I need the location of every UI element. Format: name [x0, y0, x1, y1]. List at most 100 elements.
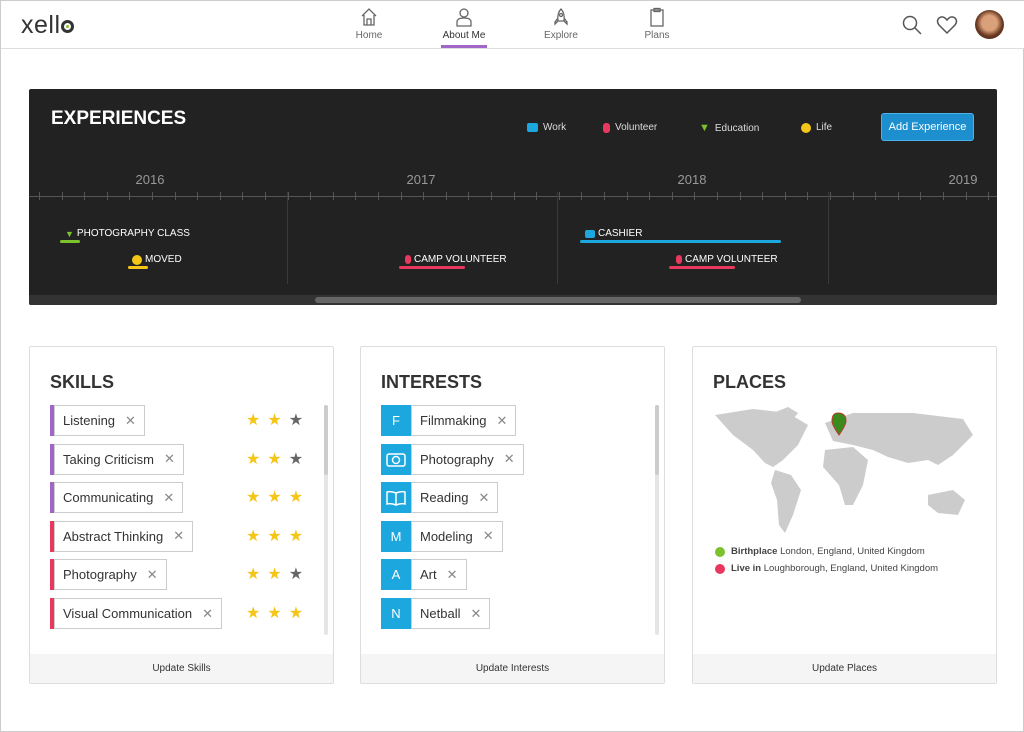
skill-chip: Listening✕ — [54, 405, 145, 436]
interest-item: NNetball✕ — [381, 598, 490, 629]
top-bar: xell Home About Me Explore Plans — [1, 1, 1024, 49]
interest-label: Reading — [420, 490, 468, 505]
star-icon[interactable]: ★ — [289, 521, 303, 552]
event-cashier[interactable]: CASHIER — [585, 228, 642, 239]
remove-icon[interactable]: ✕ — [478, 490, 489, 506]
star-icon[interactable]: ★ — [246, 482, 260, 513]
skill-item: Taking Criticism✕★★★ — [50, 444, 184, 475]
star-icon[interactable]: ★ — [246, 444, 260, 475]
xello-logo[interactable]: xell — [21, 11, 74, 40]
timeline-tick — [898, 192, 899, 200]
year-label: 2017 — [391, 172, 451, 187]
skill-rating[interactable]: ★★★ — [246, 444, 303, 475]
event-bar[interactable] — [128, 266, 148, 269]
remove-icon[interactable]: ✕ — [483, 528, 494, 544]
skills-scrollbar[interactable] — [324, 405, 328, 635]
skill-rating[interactable]: ★★★ — [246, 482, 303, 513]
star-icon[interactable]: ★ — [246, 521, 260, 552]
star-icon[interactable]: ★ — [267, 598, 281, 629]
heart-icon[interactable] — [936, 14, 958, 36]
remove-icon[interactable]: ✕ — [163, 490, 174, 506]
star-icon[interactable]: ★ — [267, 482, 281, 513]
interest-item: FFilmmaking✕ — [381, 405, 516, 436]
world-map[interactable] — [713, 405, 978, 535]
experiences-title: EXPERIENCES — [51, 108, 186, 130]
event-bar[interactable] — [60, 240, 80, 243]
remove-icon[interactable]: ✕ — [504, 451, 515, 467]
interest-item: Reading ✕ — [381, 482, 498, 513]
event-bar[interactable] — [669, 266, 735, 269]
birthplace-dot-icon — [715, 547, 725, 557]
skill-rating[interactable]: ★★★ — [246, 598, 303, 629]
event-bar[interactable] — [399, 266, 465, 269]
search-icon[interactable] — [901, 14, 923, 36]
star-icon[interactable]: ★ — [267, 521, 281, 552]
timeline-tick — [220, 192, 221, 200]
event-camp-volunteer[interactable]: CAMP VOLUNTEER — [405, 254, 507, 265]
remove-icon[interactable]: ✕ — [202, 606, 213, 622]
book-icon — [386, 490, 406, 506]
timeline-tick — [84, 192, 85, 200]
timeline-scrollbar[interactable] — [29, 295, 997, 305]
skill-label: Communicating — [63, 490, 153, 505]
timeline-tick — [401, 192, 402, 200]
star-icon[interactable]: ★ — [267, 405, 281, 436]
add-experience-button[interactable]: Add Experience — [881, 113, 974, 141]
event-camp-volunteer[interactable]: CAMP VOLUNTEER — [676, 254, 778, 265]
nav-label: About Me — [443, 30, 486, 41]
event-label: CAMP VOLUNTEER — [414, 254, 507, 265]
star-icon[interactable]: ★ — [246, 559, 260, 590]
interests-scrollbar[interactable] — [655, 405, 659, 635]
interest-badge-letter: N — [391, 606, 400, 621]
update-places-button[interactable]: Update Places — [693, 654, 996, 683]
interest-badge-letter: F — [392, 413, 400, 428]
year-label: 2019 — [933, 172, 993, 187]
nav-home[interactable]: Home — [339, 7, 399, 41]
place-birthplace: Birthplace London, England, United Kingd… — [715, 546, 925, 557]
star-icon[interactable]: ★ — [267, 559, 281, 590]
year-divider — [557, 192, 558, 284]
interest-badge-letter: M — [391, 529, 402, 544]
remove-icon[interactable]: ✕ — [447, 567, 458, 583]
remove-icon[interactable]: ✕ — [470, 606, 481, 622]
timeline-tick — [423, 192, 424, 200]
places-title: PLACES — [713, 372, 786, 393]
event-moved[interactable]: MOVED — [132, 254, 182, 265]
nav-plans[interactable]: Plans — [627, 7, 687, 41]
skill-rating[interactable]: ★★★ — [246, 405, 303, 436]
nav-about-me[interactable]: About Me — [434, 7, 494, 41]
remove-icon[interactable]: ✕ — [164, 451, 175, 467]
avatar[interactable] — [975, 10, 1004, 39]
scroll-thumb[interactable] — [315, 297, 801, 303]
remove-icon[interactable]: ✕ — [173, 528, 184, 544]
event-photography-class[interactable]: ▼PHOTOGRAPHY CLASS — [65, 228, 190, 239]
person-icon — [454, 7, 474, 27]
star-icon[interactable]: ★ — [289, 482, 303, 513]
timeline-tick — [581, 192, 582, 200]
star-icon[interactable]: ★ — [246, 405, 260, 436]
star-icon[interactable]: ★ — [267, 444, 281, 475]
remove-icon[interactable]: ✕ — [125, 413, 136, 429]
event-bar[interactable] — [580, 240, 781, 243]
star-icon[interactable]: ★ — [246, 598, 260, 629]
interest-chip: Photography✕ — [411, 444, 524, 475]
remove-icon[interactable]: ✕ — [496, 413, 507, 429]
star-icon[interactable]: ★ — [289, 559, 303, 590]
update-interests-button[interactable]: Update Interests — [361, 654, 664, 683]
legend-volunteer: Volunteer — [603, 122, 657, 133]
star-icon[interactable]: ★ — [289, 444, 303, 475]
interest-label: Art — [420, 567, 437, 582]
place-name: London, England, United Kingdom — [780, 546, 925, 557]
timeline-tick — [62, 192, 63, 200]
skill-rating[interactable]: ★★★ — [246, 559, 303, 590]
star-icon[interactable]: ★ — [289, 598, 303, 629]
event-label: PHOTOGRAPHY CLASS — [77, 228, 190, 239]
star-icon[interactable]: ★ — [289, 405, 303, 436]
skill-rating[interactable]: ★★★ — [246, 521, 303, 552]
remove-icon[interactable]: ✕ — [147, 567, 158, 583]
update-skills-button[interactable]: Update Skills — [30, 654, 333, 683]
timeline-tick — [740, 192, 741, 200]
nav-explore[interactable]: Explore — [531, 7, 591, 41]
timeline-tick — [830, 192, 831, 200]
timeline-tick — [875, 192, 876, 200]
